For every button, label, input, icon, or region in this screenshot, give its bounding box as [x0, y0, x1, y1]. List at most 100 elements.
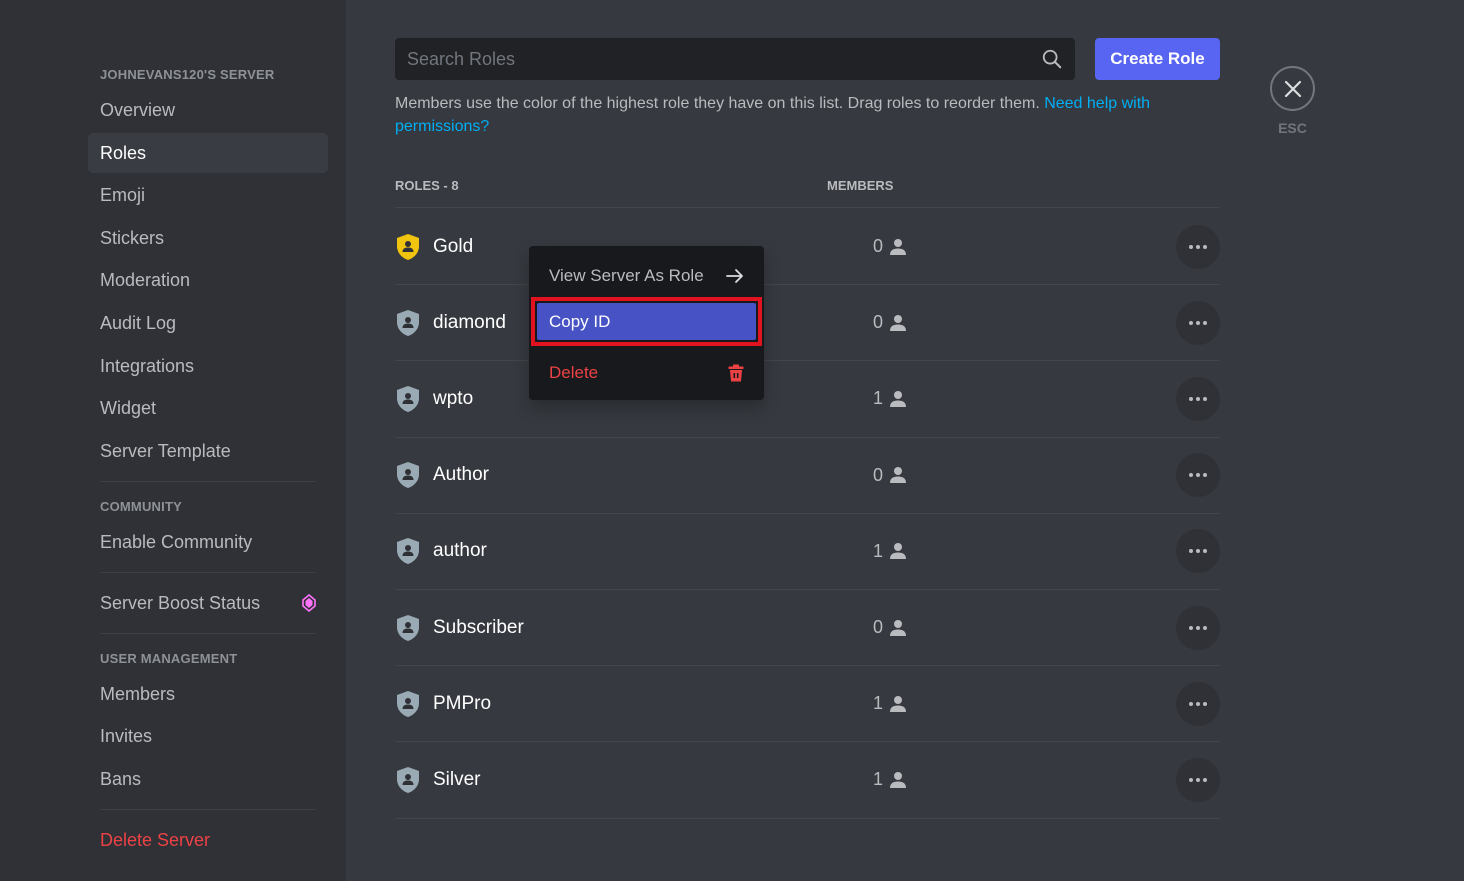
search-icon[interactable] — [1041, 48, 1063, 70]
dot — [1203, 625, 1207, 630]
menu-item-label: Delete — [549, 363, 599, 382]
boost-gem-icon — [302, 593, 316, 612]
dot — [1203, 549, 1207, 554]
person-icon — [890, 695, 906, 712]
dot — [1189, 701, 1193, 706]
sidebar-item-members[interactable]: Members — [88, 674, 328, 714]
role-name: author — [433, 540, 487, 562]
role-row[interactable]: author 1 — [395, 514, 1220, 590]
role-name: Author — [433, 464, 489, 486]
role-shield-icon — [397, 690, 419, 717]
dot — [1189, 320, 1193, 325]
role-row[interactable]: PMPro 1 — [395, 666, 1220, 743]
member-count[interactable]: 1 — [847, 388, 907, 409]
user-management-section-header: USER MANAGEMENT — [100, 650, 238, 666]
person-icon — [890, 314, 906, 331]
member-count[interactable]: 0 — [847, 312, 907, 333]
member-count-value: 1 — [872, 540, 883, 561]
person-icon — [890, 390, 906, 407]
dot — [1203, 473, 1207, 478]
copy-id-menu-item[interactable]: Copy ID — [537, 303, 756, 340]
sidebar-item-enable-community[interactable]: Enable Community — [88, 522, 328, 562]
role-row[interactable]: Gold 0 — [395, 209, 1220, 286]
role-name: PMPro — [433, 692, 492, 714]
roles-table-header: ROLES - 8 MEMBERS — [395, 178, 1220, 208]
sidebar-divider — [100, 571, 316, 573]
role-more-options-button[interactable] — [1176, 605, 1220, 650]
member-count[interactable]: 1 — [847, 541, 907, 562]
role-more-options-button[interactable] — [1176, 224, 1220, 269]
dot — [1196, 320, 1200, 325]
sidebar-item-overview[interactable]: Overview — [88, 90, 328, 130]
sidebar-item-stickers[interactable]: Stickers — [88, 218, 328, 258]
member-count-value: 0 — [872, 236, 883, 257]
dot — [1196, 777, 1200, 782]
member-count-value: 0 — [872, 464, 883, 485]
role-shield-icon — [397, 614, 419, 641]
role-row[interactable]: Silver 1 — [395, 742, 1220, 819]
sidebar-item-delete-server[interactable]: Delete Server — [88, 820, 328, 860]
dot — [1189, 549, 1193, 554]
role-row[interactable]: Author 0 — [395, 438, 1220, 514]
sidebar-item-audit-log[interactable]: Audit Log — [88, 303, 328, 343]
roles-content: Create Role Members use the color of the… — [395, 38, 1220, 819]
sidebar-item-server-boost-status[interactable]: Server Boost Status — [88, 583, 328, 623]
member-count-value: 1 — [872, 769, 883, 790]
member-count[interactable]: 0 — [847, 617, 907, 638]
dot — [1203, 244, 1207, 249]
role-row[interactable]: diamond 0 — [395, 285, 1220, 362]
sidebar-item-emoji[interactable]: Emoji — [88, 175, 328, 215]
search-roles-input[interactable] — [407, 48, 1007, 70]
delete-role-menu-item[interactable]: Delete — [537, 354, 756, 392]
view-server-as-role-menu-item[interactable]: View Server As Role — [537, 257, 756, 295]
settings-sidebar: JOHNEVANS120'S SERVER Overview Roles Emo… — [0, 0, 346, 881]
dot — [1196, 625, 1200, 630]
role-more-options-button[interactable] — [1176, 757, 1220, 802]
arrow-right-icon — [726, 269, 743, 283]
sidebar-divider — [100, 808, 316, 810]
create-role-button[interactable]: Create Role — [1095, 38, 1220, 80]
dot — [1196, 473, 1200, 478]
role-shield-icon — [397, 538, 419, 565]
members-column-header: MEMBERS — [827, 178, 894, 193]
dot — [1196, 244, 1200, 249]
sidebar-item-roles[interactable]: Roles — [88, 132, 328, 173]
member-count[interactable]: 0 — [847, 465, 907, 486]
community-section-header: COMMUNITY — [100, 498, 182, 514]
role-shield-icon — [397, 385, 419, 412]
role-row[interactable]: Subscriber 0 — [395, 590, 1220, 667]
person-icon — [890, 771, 906, 788]
sidebar-item-widget[interactable]: Widget — [88, 388, 328, 428]
dot — [1196, 396, 1200, 401]
role-shield-icon — [397, 309, 419, 336]
roles-description: Members use the color of the highest rol… — [395, 92, 1195, 138]
sidebar-item-bans[interactable]: Bans — [88, 759, 328, 799]
member-count-value: 0 — [872, 312, 883, 333]
search-row: Create Role — [395, 38, 1220, 80]
sidebar-item-invites[interactable]: Invites — [88, 716, 328, 756]
member-count[interactable]: 1 — [847, 769, 907, 790]
member-count[interactable]: 0 — [847, 236, 907, 257]
dot — [1203, 396, 1207, 401]
sidebar-nav: JOHNEVANS120'S SERVER Overview Roles Emo… — [88, 60, 328, 863]
member-count-value: 1 — [872, 693, 883, 714]
role-more-options-button[interactable] — [1176, 453, 1220, 498]
member-count[interactable]: 1 — [847, 693, 907, 714]
sidebar-item-integrations[interactable]: Integrations — [88, 346, 328, 386]
role-name: diamond — [433, 311, 506, 333]
dot — [1196, 549, 1200, 554]
member-count-value: 1 — [872, 388, 883, 409]
role-more-options-button[interactable] — [1176, 681, 1220, 726]
sidebar-divider — [100, 480, 316, 482]
search-roles-box[interactable] — [395, 38, 1075, 80]
dot — [1203, 777, 1207, 782]
role-more-options-button[interactable] — [1176, 300, 1220, 345]
role-more-options-button[interactable] — [1176, 376, 1220, 421]
role-row[interactable]: wpto 1 — [395, 361, 1220, 438]
highlight-box: Copy ID — [531, 297, 762, 346]
role-more-options-button[interactable] — [1176, 529, 1220, 574]
close-button[interactable] — [1270, 66, 1315, 111]
dot — [1203, 701, 1207, 706]
sidebar-item-server-template[interactable]: Server Template — [88, 431, 328, 471]
sidebar-item-moderation[interactable]: Moderation — [88, 260, 328, 300]
